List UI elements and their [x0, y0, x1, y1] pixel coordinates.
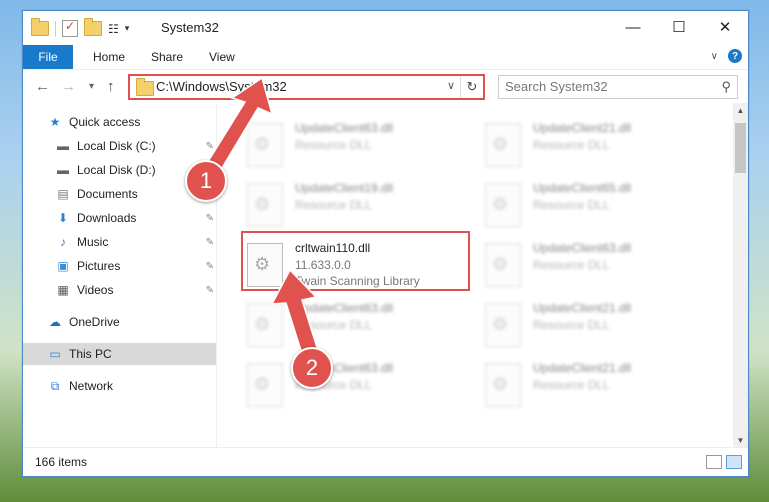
- callout-arrow-1: [204, 76, 274, 177]
- callout-badge-1: 1: [185, 160, 227, 202]
- annotation-arrows: [204, 76, 322, 366]
- callout-badge-2: 2: [291, 347, 333, 389]
